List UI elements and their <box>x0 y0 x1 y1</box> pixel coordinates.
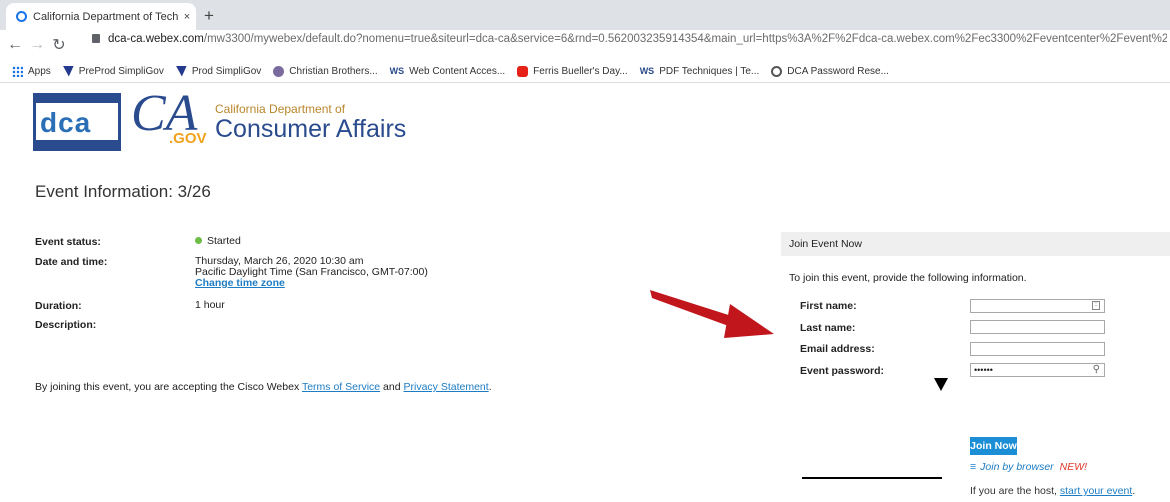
legal-and: and <box>380 381 404 393</box>
simpligov-icon <box>62 65 74 77</box>
bookmark-label: Apps <box>28 65 51 77</box>
bookmark-label: Ferris Bueller's Day... <box>533 65 628 77</box>
host-prefix: If you are the host, <box>970 485 1060 497</box>
dca-letters: dca <box>40 107 92 138</box>
black-underline-annotation <box>802 477 942 479</box>
join-by-browser-link[interactable]: ≡ Join by browser NEW! <box>970 461 1087 473</box>
bookmark-ferris-bueller[interactable]: Ferris Bueller's Day... <box>517 65 628 77</box>
email-label: Email address: <box>800 343 875 355</box>
bookmark-apps[interactable]: Apps <box>12 65 51 77</box>
join-now-button[interactable]: Join Now <box>970 437 1017 455</box>
browser-tab[interactable]: California Department of Techno × <box>6 3 196 30</box>
bookmark-christian-brothers[interactable]: Christian Brothers... <box>273 65 378 77</box>
join-intro: To join this event, provide the followin… <box>789 272 1027 284</box>
autofill-icon[interactable]: :: <box>1092 301 1100 310</box>
bookmark-preprod-simpligov[interactable]: PreProd SimpliGov <box>62 65 164 77</box>
ca-gov-logo: CA .GOV <box>131 85 211 152</box>
password-label: Event password: <box>800 365 885 377</box>
back-arrow-icon[interactable]: ← <box>4 36 26 54</box>
description-label: Description: <box>35 319 97 331</box>
red-arrow-annotation <box>650 290 774 338</box>
datetime-value: Thursday, March 26, 2020 10:30 am Pacifi… <box>195 256 495 289</box>
status-dot-icon <box>195 237 202 244</box>
browser-join-icon: ≡ <box>970 461 977 473</box>
terms-of-service-link[interactable]: Terms of Service <box>302 381 380 393</box>
browser-toolbar: ← → ↻ dca-ca.webex.com/mw3300/mywebex/de… <box>0 30 1170 60</box>
duration-value: 1 hour <box>195 299 225 311</box>
bookmark-label: Web Content Acces... <box>409 65 506 77</box>
bookmark-label: PDF Techniques | Te... <box>659 65 760 77</box>
tab-strip: California Department of Techno × + <box>0 0 1170 30</box>
legal-notice: By joining this event, you are accepting… <box>35 381 492 393</box>
black-triangle-annotation <box>934 378 948 391</box>
bookmarks-bar: Apps PreProd SimpliGov Prod SimpliGov Ch… <box>0 60 1170 83</box>
duration-label: Duration: <box>35 300 82 312</box>
host-suffix: . <box>1132 485 1136 497</box>
join-panel-header: Join Event Now <box>781 232 1170 256</box>
url-host: dca-ca.webex.com <box>108 33 204 45</box>
dca-seal-logo: dca <box>33 93 121 151</box>
status-value: Started <box>195 236 495 247</box>
ws-icon: WS <box>639 66 655 76</box>
apps-grid-icon <box>12 65 23 77</box>
simpligov-icon <box>175 65 187 77</box>
last-name-label: Last name: <box>800 322 856 334</box>
bookmark-label: PreProd SimpliGov <box>78 65 164 77</box>
bookmark-web-content[interactable]: WS Web Content Acces... <box>390 66 505 77</box>
datetime-label: Date and time: <box>35 256 108 268</box>
host-notice: If you are the host, start your event. <box>970 485 1135 497</box>
status-text: Started <box>207 235 241 247</box>
url-path: /mw3300/mywebex/default.do?nomenu=true&s… <box>203 33 1167 45</box>
agency-line1: California Department of <box>215 102 346 116</box>
bookmark-prod-simpligov[interactable]: Prod SimpliGov <box>175 65 262 77</box>
status-label: Event status: <box>35 236 101 248</box>
youtube-icon <box>517 65 529 77</box>
email-field[interactable] <box>970 342 1105 356</box>
password-field[interactable]: •••••• ⚲ <box>970 363 1105 377</box>
bookmark-label: Prod SimpliGov <box>191 65 262 77</box>
password-value: •••••• <box>974 365 993 375</box>
new-badge: NEW! <box>1059 461 1088 473</box>
tab-close-icon[interactable]: × <box>178 11 196 23</box>
last-name-field[interactable] <box>970 320 1105 334</box>
ws-icon: WS <box>389 66 405 76</box>
start-event-link[interactable]: start your event <box>1060 485 1132 497</box>
gov-text: .GOV <box>169 130 207 147</box>
agency-line2: Consumer Affairs <box>215 115 407 143</box>
bookmark-label: DCA Password Rese... <box>787 65 889 77</box>
password-key-icon[interactable]: ⚲ <box>1093 364 1100 376</box>
address-bar[interactable]: dca-ca.webex.com/mw3300/mywebex/default.… <box>92 33 1167 45</box>
lock-icon <box>92 34 100 43</box>
new-tab-button[interactable]: + <box>204 6 214 26</box>
christian-brothers-icon <box>273 65 285 77</box>
forward-arrow-icon[interactable]: → <box>26 36 48 54</box>
webex-favicon-icon <box>16 11 27 22</box>
bookmark-label: Christian Brothers... <box>289 65 378 77</box>
first-name-label: First name: <box>800 300 857 312</box>
globe-icon <box>771 65 783 77</box>
bookmark-pdf-techniques[interactable]: WS PDF Techniques | Te... <box>640 66 760 77</box>
first-name-field[interactable]: :: <box>970 299 1105 313</box>
reload-icon[interactable]: ↻ <box>48 35 70 55</box>
page-title: Event Information: 3/26 <box>35 182 211 201</box>
legal-prefix: By joining this event, you are accepting… <box>35 381 302 393</box>
privacy-statement-link[interactable]: Privacy Statement <box>403 381 488 393</box>
tab-title: California Department of Techno <box>33 10 178 23</box>
dca-logo: dca CA .GOV California Department of Con… <box>33 85 406 152</box>
agency-name: California Department of Consumer Affair… <box>215 102 406 142</box>
change-timezone-link[interactable]: Change time zone <box>195 277 285 289</box>
join-browser-text: Join by browser <box>980 461 1054 473</box>
legal-suffix: . <box>488 381 492 393</box>
bookmark-dca-password[interactable]: DCA Password Rese... <box>771 65 889 77</box>
